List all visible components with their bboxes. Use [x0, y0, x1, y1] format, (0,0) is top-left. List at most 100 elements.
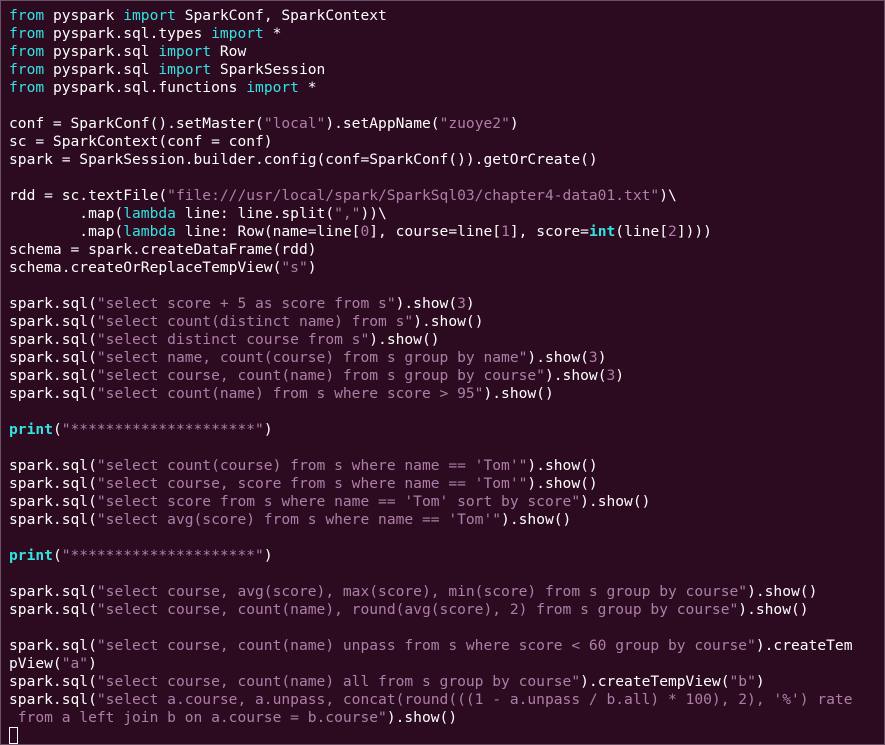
code-token: pyspark.sql — [44, 43, 159, 60]
code-line[interactable] — [9, 565, 853, 583]
code-line[interactable] — [9, 529, 853, 547]
code-line[interactable] — [9, 619, 853, 637]
code-token: from — [9, 43, 45, 60]
code-line[interactable]: spark.sql("select course, count(name), r… — [9, 601, 853, 619]
code-token: schema.createOrReplaceTempView( — [9, 259, 282, 276]
code-token: spark.sql( — [9, 295, 97, 312]
code-token: ).setAppName( — [325, 115, 440, 132]
code-line[interactable] — [9, 277, 853, 295]
code-token: print — [9, 421, 53, 438]
code-token: from — [9, 25, 45, 42]
code-line[interactable]: spark.sql("select score from s where nam… — [9, 493, 853, 511]
code-token: 2 — [668, 223, 677, 240]
code-token: ) — [465, 295, 475, 312]
code-token: ).createTem — [755, 637, 853, 654]
code-line[interactable]: spark.sql("select distinct course from s… — [9, 331, 853, 349]
code-token: pyspark.sql.functions — [44, 79, 247, 96]
code-token: pyspark.sql.types — [44, 25, 212, 42]
code-line[interactable]: sc = SparkContext(conf = conf) — [9, 133, 853, 151]
code-token: sc = SparkContext(conf = conf) — [9, 133, 273, 150]
code-token: ))\ — [360, 205, 387, 222]
code-token: "select avg(score) from s where name == … — [96, 511, 502, 528]
code-token: spark.sql( — [9, 475, 97, 492]
code-line[interactable]: spark.sql("select course, score from s w… — [9, 475, 853, 493]
code-token: ], course=line[ — [369, 223, 502, 240]
code-token: spark.sql( — [9, 457, 97, 474]
code-line[interactable]: from pyspark.sql.types import * — [9, 25, 853, 43]
code-token: import — [158, 61, 212, 78]
code-token: spark.sql( — [9, 691, 97, 708]
code-line[interactable]: spark.sql("select avg(score) from s wher… — [9, 511, 853, 529]
code-token: pyspark.sql — [44, 61, 159, 78]
code-line[interactable]: spark.sql("select course, avg(score), ma… — [9, 583, 853, 601]
code-token: SparkSession — [211, 61, 326, 78]
code-token: rdd = sc.textFile( — [9, 187, 168, 204]
code-token: ).show() — [527, 457, 598, 474]
code-token: ).show() — [386, 709, 458, 726]
code-token: "select course, count(name) from s group… — [96, 367, 545, 384]
code-line[interactable]: schema = spark.createDataFrame(rdd) — [9, 241, 853, 259]
code-line[interactable]: from pyspark.sql import Row — [9, 43, 853, 61]
code-line[interactable] — [9, 403, 853, 421]
code-token: "s" — [281, 259, 308, 276]
code-token: .map( — [9, 205, 124, 222]
code-token: ) — [615, 367, 625, 384]
code-token: "local" — [263, 115, 326, 132]
code-line[interactable]: spark = SparkSession.builder.config(conf… — [9, 151, 853, 169]
cursor-line[interactable] — [9, 727, 853, 744]
code-token: "select score from s where name == 'Tom'… — [96, 493, 581, 510]
code-token: ) — [263, 547, 273, 564]
code-line[interactable]: from pyspark import SparkConf, SparkCont… — [9, 7, 853, 25]
code-line[interactable]: .map(lambda line: Row(name=line[0], cour… — [9, 223, 853, 241]
code-token: 3 — [588, 349, 598, 366]
code-token: "select count(course) from s where name … — [96, 457, 528, 474]
code-token: "select course, count(name) unpass from … — [96, 637, 756, 654]
code-line[interactable]: spark.sql("select count(course) from s w… — [9, 457, 853, 475]
code-line[interactable]: conf = SparkConf().setMaster("local").se… — [9, 115, 853, 133]
code-token: "select course, score from s where name … — [96, 475, 528, 492]
code-line[interactable] — [9, 169, 853, 187]
code-token: "select distinct course from s" — [96, 331, 370, 348]
code-line[interactable]: from pyspark.sql.functions import * — [9, 79, 853, 97]
code-token: ( — [52, 421, 62, 438]
code-line[interactable]: schema.createOrReplaceTempView("s") — [9, 259, 853, 277]
code-line[interactable]: pView("a") — [9, 655, 853, 673]
code-token: lambda — [123, 205, 176, 222]
code-token: ) — [755, 673, 765, 690]
code-line[interactable]: print("*********************") — [9, 421, 853, 439]
code-line[interactable]: print("*********************") — [9, 547, 853, 565]
code-token: * — [263, 25, 282, 42]
code-line[interactable]: spark.sql("select a.course, a.unpass, co… — [9, 691, 853, 709]
code-token: 3 — [457, 295, 466, 312]
code-token: ).show() — [747, 583, 818, 600]
code-token: "select count(name) from s where score >… — [96, 385, 484, 402]
code-token: ) — [509, 115, 519, 132]
code-line[interactable]: spark.sql("select score + 5 as score fro… — [9, 295, 853, 313]
code-token: spark.sql( — [9, 367, 97, 384]
code-line[interactable] — [9, 439, 853, 457]
code-line[interactable]: spark.sql("select name, count(course) fr… — [9, 349, 853, 367]
code-token: lambda — [123, 223, 176, 240]
code-line[interactable]: spark.sql("select course, count(name) al… — [9, 673, 853, 691]
code-token: ).createTempView( — [580, 673, 730, 690]
code-token: "," — [334, 205, 361, 222]
code-line[interactable]: spark.sql("select count(distinct name) f… — [9, 313, 853, 331]
code-token: 0 — [360, 223, 370, 240]
code-line[interactable]: from pyspark.sql import SparkSession — [9, 61, 853, 79]
code-token: ).show() — [501, 511, 572, 528]
code-line[interactable]: .map(lambda line: line.split(","))\ — [9, 205, 853, 223]
code-token: Row — [211, 43, 247, 60]
code-line[interactable]: from a left join b on a.course = b.cours… — [9, 709, 853, 727]
code-line[interactable]: spark.sql("select course, count(name) un… — [9, 637, 853, 655]
terminal-window[interactable]: from pyspark import SparkConf, SparkCont… — [0, 0, 885, 745]
code-token: "*********************" — [61, 547, 264, 564]
code-token: "select course, avg(score), max(score), … — [96, 583, 748, 600]
code-token: ).show() — [527, 475, 598, 492]
code-line[interactable] — [9, 97, 853, 115]
code-line[interactable]: spark.sql("select count(name) from s whe… — [9, 385, 853, 403]
code-token: ).show( — [544, 367, 607, 384]
code-line[interactable]: spark.sql("select course, count(name) fr… — [9, 367, 853, 385]
code-line[interactable]: rdd = sc.textFile("file:///usr/local/spa… — [9, 187, 853, 205]
code-token: "a" — [61, 655, 89, 672]
code-editor[interactable]: from pyspark import SparkConf, SparkCont… — [9, 7, 853, 744]
